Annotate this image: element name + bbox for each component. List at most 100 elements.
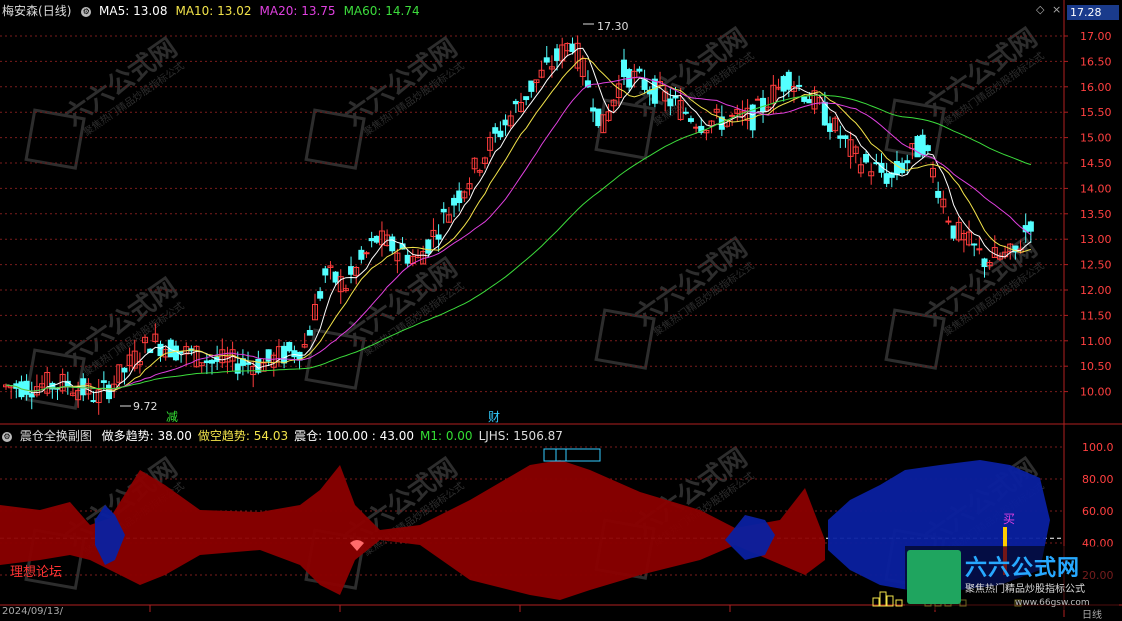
sub-indicator: LJHS: 1506.87 [478, 429, 563, 443]
candle-body [497, 130, 504, 138]
y-tick-label: 13.00 [1080, 233, 1112, 246]
candle-body [796, 84, 803, 87]
candle-body [554, 48, 561, 61]
candle-body [935, 190, 942, 198]
candle-body [106, 384, 112, 400]
candle-body [121, 367, 128, 373]
candle-body [914, 136, 921, 158]
candle-body [641, 79, 648, 90]
ma-indicator: MA10: 13.02 [175, 4, 252, 18]
y-tick-label: 16.00 [1080, 81, 1112, 94]
candle-body [827, 123, 833, 132]
candle-body [693, 126, 700, 129]
footer-date: 2024/09/13/ [2, 606, 64, 617]
sub-y-tick-label: 100.0 [1082, 441, 1114, 454]
buy-signal-label: 买 [1003, 512, 1016, 526]
candle-body [883, 173, 890, 184]
candle-body [358, 249, 365, 260]
candle-body [780, 76, 787, 92]
chart-canvas[interactable]: 六六公式网聚焦热门精品炒股指标公式 六六公式网聚焦热门精品炒股指标公式 六六公式网聚… [0, 0, 1122, 617]
candle-body [363, 252, 370, 255]
candle-body [1027, 221, 1034, 232]
settings-icon[interactable]: ⚙ [81, 6, 92, 17]
candle-body [90, 400, 97, 403]
sub-indicator: M1: 0.00 [419, 429, 473, 443]
y-tick-label: 10.00 [1080, 386, 1112, 399]
candle-body [760, 97, 767, 112]
y-tick-label: 15.00 [1080, 132, 1112, 145]
candle-body [590, 107, 597, 112]
candle-body [348, 266, 355, 275]
sub-indicator: 做多趋势: 38.00 [101, 429, 192, 443]
sub-title: 震仓全换副图 [19, 429, 92, 443]
y-tick-label: 10.50 [1080, 360, 1112, 373]
high-annotation: 17.30 [597, 20, 629, 33]
candle-body [893, 161, 900, 176]
y-tick-label: 13.50 [1080, 208, 1112, 221]
logo-subtitle: 聚焦热门精品炒股指标公式 [965, 584, 1085, 595]
sub-settings-icon[interactable]: ⚙ [2, 431, 12, 442]
candle-body [523, 96, 530, 101]
candle-body [306, 330, 313, 336]
candle-body [502, 119, 509, 126]
candle-body [23, 380, 30, 395]
main-header: 梅安森(日线) ⚙ MA5: 13.08 MA10: 13.02 MA20: 13.… [2, 2, 428, 19]
candle-body [389, 236, 396, 252]
candle-body [667, 98, 674, 107]
y-tick-label: 11.00 [1080, 335, 1112, 348]
event-marker: 财 [488, 410, 500, 424]
sub-y-tick-label: 80.00 [1082, 473, 1114, 486]
sub-indicator: 震仓: 100.00 : 43.00 [294, 429, 414, 443]
candle-body [919, 134, 926, 156]
candle-body [729, 114, 736, 117]
y-tick-label: 15.50 [1080, 106, 1112, 119]
candle-body [621, 59, 627, 78]
candle-body [322, 268, 329, 276]
forum-label: 理想论坛 [10, 565, 63, 580]
close-icon[interactable]: × [1052, 3, 1061, 16]
candle-body [863, 154, 870, 163]
candle-body [332, 271, 339, 283]
candle-body [100, 380, 107, 383]
candle-body [281, 345, 288, 364]
event-marker: 减 [166, 410, 178, 424]
candle-body [451, 197, 458, 206]
candle-body [785, 71, 792, 90]
candle-body [971, 243, 978, 246]
ma-indicator: MA20: 13.75 [259, 4, 336, 18]
low-annotation: 9.72 [133, 400, 158, 413]
y-tick-label: 17.00 [1080, 30, 1112, 43]
logo-brand: 六六公式网 [965, 556, 1081, 581]
buy-bar [1003, 527, 1007, 547]
candle-body [440, 208, 447, 213]
ma-indicator: MA5: 13.08 [99, 4, 168, 18]
candle-body [636, 68, 643, 72]
candle-body [924, 145, 931, 152]
logo-mark-icon [907, 550, 961, 604]
candle-body [178, 351, 185, 354]
y-tick-label: 14.00 [1080, 182, 1112, 195]
candle-body [435, 234, 442, 240]
logo-url: www.66gsw.com [1015, 598, 1090, 608]
candle-body [234, 363, 241, 374]
candle-body [157, 343, 164, 357]
stock-name[interactable]: 梅安森 [2, 4, 38, 18]
candle-body [512, 100, 519, 105]
candle-body [209, 359, 215, 364]
y-tick-label: 16.50 [1080, 55, 1112, 68]
candle-body [806, 99, 813, 104]
candle-body [837, 135, 844, 139]
y-tick-label: 12.50 [1080, 259, 1112, 272]
candle-body [904, 160, 911, 164]
candle-body [981, 258, 988, 268]
y-tick-label: 12.00 [1080, 284, 1112, 297]
candle-body [569, 43, 576, 52]
candle-body [682, 111, 689, 114]
y-tick-label: 11.50 [1080, 309, 1112, 322]
candle-body [203, 360, 210, 364]
ma-indicator: MA60: 14.74 [343, 4, 420, 18]
y-tick-label: 14.50 [1080, 157, 1112, 170]
diamond-icon[interactable]: ◇ [1036, 3, 1044, 16]
candle-body [291, 350, 298, 358]
candle-body [528, 80, 535, 92]
